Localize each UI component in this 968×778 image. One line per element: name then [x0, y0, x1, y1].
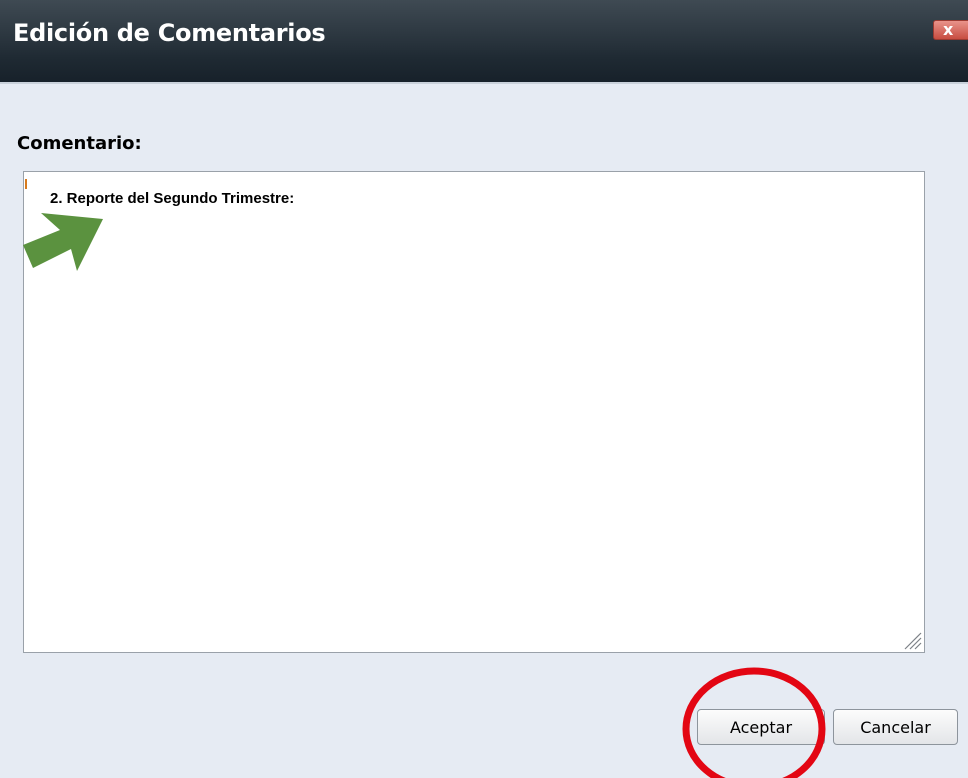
arrow-icon: [23, 213, 103, 271]
comment-label: Comentario:: [17, 133, 142, 154]
comment-edit-dialog: Edición de Comentarios x Comentario: 2. …: [0, 0, 968, 778]
comment-textarea[interactable]: 2. Reporte del Segundo Trimestre:: [23, 171, 925, 653]
text-cursor-marker: [25, 179, 27, 189]
resize-grip-icon[interactable]: [900, 628, 922, 650]
close-icon: x: [943, 20, 954, 39]
dialog-titlebar: Edición de Comentarios x: [0, 0, 968, 84]
dialog-title: Edición de Comentarios: [13, 19, 326, 47]
accept-button[interactable]: Aceptar: [697, 709, 825, 745]
cancel-button[interactable]: Cancelar: [833, 709, 958, 745]
close-button[interactable]: x: [933, 20, 968, 40]
